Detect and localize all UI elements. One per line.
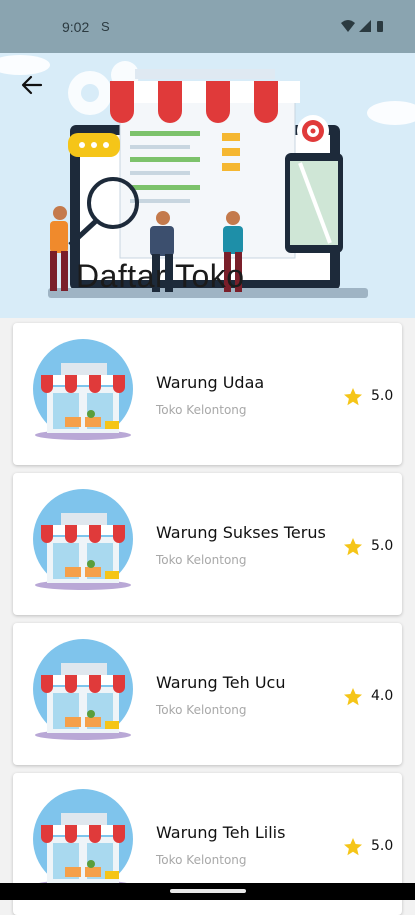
star-icon <box>344 388 362 406</box>
store-category: Toko Kelontong <box>156 403 247 417</box>
store-thumbnail <box>33 489 133 590</box>
header-banner: Daftar Toko <box>0 53 415 318</box>
store-card[interactable]: Warung Teh Ucu Toko Kelontong 4.0 <box>13 623 402 765</box>
signal-icon <box>359 20 371 32</box>
status-s-icon: S <box>101 19 110 34</box>
store-category: Toko Kelontong <box>156 553 247 567</box>
battery-icon <box>377 21 383 32</box>
store-category: Toko Kelontong <box>156 703 247 717</box>
status-icons <box>341 20 383 32</box>
store-name: Warung Udaa <box>156 373 265 392</box>
store-name: Warung Teh Ucu <box>156 673 286 692</box>
store-rating: 5.0 <box>371 388 394 404</box>
store-thumbnail <box>33 639 133 740</box>
page-title: Daftar Toko <box>76 258 245 294</box>
status-bar: 9:02 S <box>0 0 415 53</box>
store-category: Toko Kelontong <box>156 853 247 867</box>
navigation-bar <box>0 883 415 900</box>
store-thumbnail <box>33 789 133 890</box>
store-name: Warung Teh Lilis <box>156 823 286 842</box>
store-rating: 5.0 <box>371 838 394 854</box>
home-handle[interactable] <box>170 889 246 893</box>
store-thumbnail <box>33 339 133 440</box>
star-icon <box>344 838 362 856</box>
store-name: Warung Sukses Terus <box>156 523 326 542</box>
star-icon <box>344 538 362 556</box>
store-rating: 4.0 <box>371 688 394 704</box>
status-time: 9:02 <box>62 19 90 35</box>
store-card[interactable]: Warung Udaa Toko Kelontong 5.0 <box>13 323 402 465</box>
wifi-icon <box>341 20 355 32</box>
store-card[interactable]: Warung Sukses Terus Toko Kelontong 5.0 <box>13 473 402 615</box>
store-rating: 5.0 <box>371 538 394 554</box>
back-button[interactable] <box>16 69 48 101</box>
arrow-left-icon <box>21 75 43 95</box>
star-icon <box>344 688 362 706</box>
